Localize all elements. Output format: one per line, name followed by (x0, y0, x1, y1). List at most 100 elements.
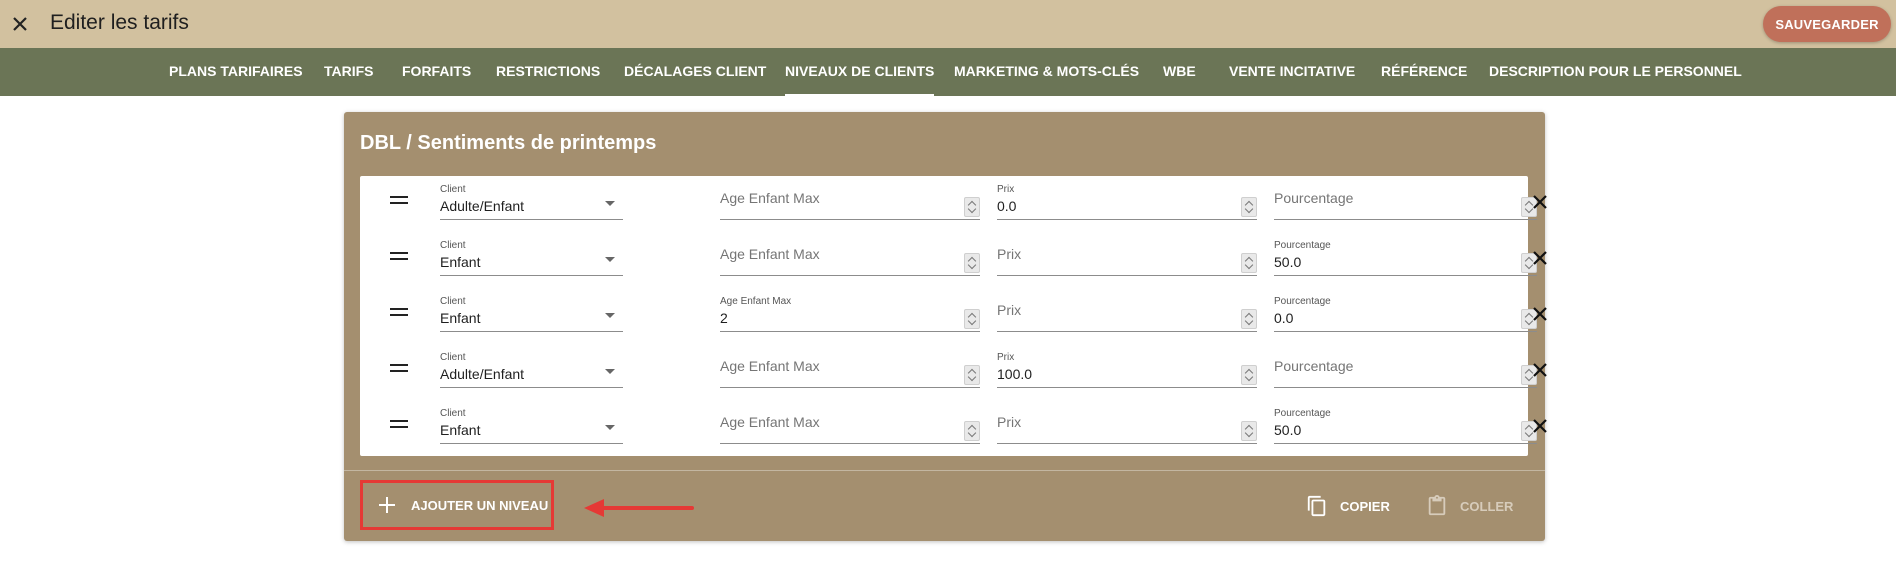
level-row: Client Adulte/Enfant Age Enfant Max Prix… (360, 344, 1547, 400)
age-max-input[interactable]: Age Enfant Max (720, 238, 980, 276)
age-max-input[interactable]: Age Enfant Max 2 (720, 294, 980, 332)
app-header: Editer les tarifs SAUVEGARDER (0, 0, 1896, 48)
delete-row-icon[interactable] (1530, 416, 1550, 436)
page-title: Editer les tarifs (50, 11, 189, 34)
delete-row-icon[interactable] (1530, 248, 1550, 268)
price-placeholder: Prix (997, 302, 1022, 318)
add-level-button[interactable]: AJOUTER UN NIVEAU (360, 480, 554, 530)
drag-handle-icon[interactable] (390, 196, 408, 206)
spinner-icon[interactable] (1241, 253, 1257, 273)
price-input[interactable]: Prix (997, 238, 1257, 276)
tab-reference[interactable]: RÉFÉRENCE (1381, 48, 1467, 96)
client-label: Client (440, 352, 466, 363)
save-button[interactable]: SAUVEGARDER (1763, 6, 1891, 42)
percentage-placeholder: Pourcentage (1274, 358, 1354, 374)
percentage-value: 50.0 (1274, 422, 1302, 438)
spinner-icon[interactable] (1241, 197, 1257, 217)
age-max-input[interactable]: Age Enfant Max (720, 406, 980, 444)
percentage-value: 50.0 (1274, 254, 1302, 270)
client-select[interactable]: Client Enfant (440, 406, 623, 444)
close-icon (13, 17, 27, 31)
client-label: Client (440, 408, 466, 419)
percentage-label: Pourcentage (1274, 408, 1331, 419)
tabs-bar: PLANS TARIFAIRES TARIFS FORFAITS RESTRIC… (0, 48, 1896, 96)
price-label: Prix (997, 184, 1015, 195)
spinner-icon[interactable] (964, 253, 980, 273)
price-input[interactable]: Prix 100.0 (997, 350, 1257, 388)
annotation-arrow-icon (584, 499, 694, 517)
add-level-label: AJOUTER UN NIVEAU (411, 497, 549, 513)
copy-button[interactable]: COPIER (1306, 493, 1390, 519)
client-select[interactable]: Client Adulte/Enfant (440, 350, 623, 388)
dropdown-caret-icon (605, 257, 615, 262)
client-value: Enfant (440, 310, 481, 326)
percentage-input[interactable]: Pourcentage 0.0 (1274, 294, 1537, 332)
paste-label: COLLER (1460, 498, 1514, 514)
delete-row-icon[interactable] (1530, 304, 1550, 324)
dropdown-caret-icon (605, 201, 615, 206)
client-select[interactable]: Client Enfant (440, 238, 623, 276)
rate-plan-card: DBL / Sentiments de printemps Client Adu… (344, 112, 1547, 541)
tab-tarifs[interactable]: TARIFS (324, 48, 374, 96)
percentage-input[interactable]: Pourcentage 50.0 (1274, 406, 1537, 444)
plus-icon (379, 497, 395, 513)
price-input[interactable]: Prix (997, 294, 1257, 332)
percentage-label: Pourcentage (1274, 240, 1331, 251)
delete-row-icon[interactable] (1530, 360, 1550, 380)
client-select[interactable]: Client Enfant (440, 294, 623, 332)
percentage-value: 0.0 (1274, 310, 1294, 326)
price-value: 0.0 (997, 198, 1017, 214)
tab-forfaits[interactable]: FORFAITS (402, 48, 471, 96)
age-placeholder: Age Enfant Max (720, 358, 820, 374)
level-row: Client Adulte/Enfant Age Enfant Max Prix… (360, 176, 1547, 232)
percentage-input[interactable]: Pourcentage (1274, 350, 1537, 388)
drag-handle-icon[interactable] (390, 364, 408, 374)
spinner-icon[interactable] (964, 309, 980, 329)
delete-row-icon[interactable] (1530, 192, 1550, 212)
drag-handle-icon[interactable] (390, 252, 408, 262)
spinner-icon[interactable] (964, 197, 980, 217)
level-row: Client Enfant Age Enfant Max 2 Prix Pour… (360, 288, 1547, 344)
tab-restrictions[interactable]: RESTRICTIONS (496, 48, 600, 96)
client-value: Enfant (440, 422, 481, 438)
tab-vente-incitative[interactable]: VENTE INCITATIVE (1229, 48, 1355, 96)
level-row: Client Enfant Age Enfant Max Prix Pource… (360, 232, 1547, 288)
paste-button[interactable]: COLLER (1426, 493, 1513, 519)
tab-niveaux-de-clients[interactable]: NIVEAUX DE CLIENTS (785, 48, 935, 96)
drag-handle-icon[interactable] (390, 308, 408, 318)
card-divider (344, 470, 1545, 471)
price-placeholder: Prix (997, 414, 1022, 430)
percentage-input[interactable]: Pourcentage (1274, 182, 1537, 220)
price-input[interactable]: Prix 0.0 (997, 182, 1257, 220)
tab-decalages-client[interactable]: DÉCALAGES CLIENT (624, 48, 766, 96)
copy-icon (1307, 495, 1326, 517)
age-label: Age Enfant Max (720, 296, 792, 307)
spinner-icon[interactable] (964, 421, 980, 441)
age-placeholder: Age Enfant Max (720, 190, 820, 206)
client-label: Client (440, 184, 466, 195)
percentage-label: Pourcentage (1274, 296, 1331, 307)
tab-plans-tarifaires[interactable]: PLANS TARIFAIRES (169, 48, 303, 96)
close-button[interactable] (8, 12, 32, 36)
dropdown-caret-icon (605, 313, 615, 318)
client-select[interactable]: Client Adulte/Enfant (440, 182, 623, 220)
paste-icon (1428, 495, 1446, 516)
tab-wbe[interactable]: WBE (1163, 48, 1196, 96)
age-placeholder: Age Enfant Max (720, 246, 820, 262)
price-input[interactable]: Prix (997, 406, 1257, 444)
client-value: Enfant (440, 254, 481, 270)
tab-marketing[interactable]: MARKETING & MOTS-CLÉS (954, 48, 1139, 96)
price-label: Prix (997, 352, 1015, 363)
client-value: Adulte/Enfant (440, 198, 525, 214)
spinner-icon[interactable] (1241, 309, 1257, 329)
age-max-input[interactable]: Age Enfant Max (720, 350, 980, 388)
age-max-input[interactable]: Age Enfant Max (720, 182, 980, 220)
copy-label: COPIER (1340, 498, 1390, 514)
percentage-input[interactable]: Pourcentage 50.0 (1274, 238, 1537, 276)
price-value: 100.0 (997, 366, 1033, 382)
tab-description-personnel[interactable]: DESCRIPTION POUR LE PERSONNEL (1489, 48, 1742, 96)
spinner-icon[interactable] (1241, 421, 1257, 441)
drag-handle-icon[interactable] (390, 420, 408, 430)
spinner-icon[interactable] (1241, 365, 1257, 385)
spinner-icon[interactable] (964, 365, 980, 385)
